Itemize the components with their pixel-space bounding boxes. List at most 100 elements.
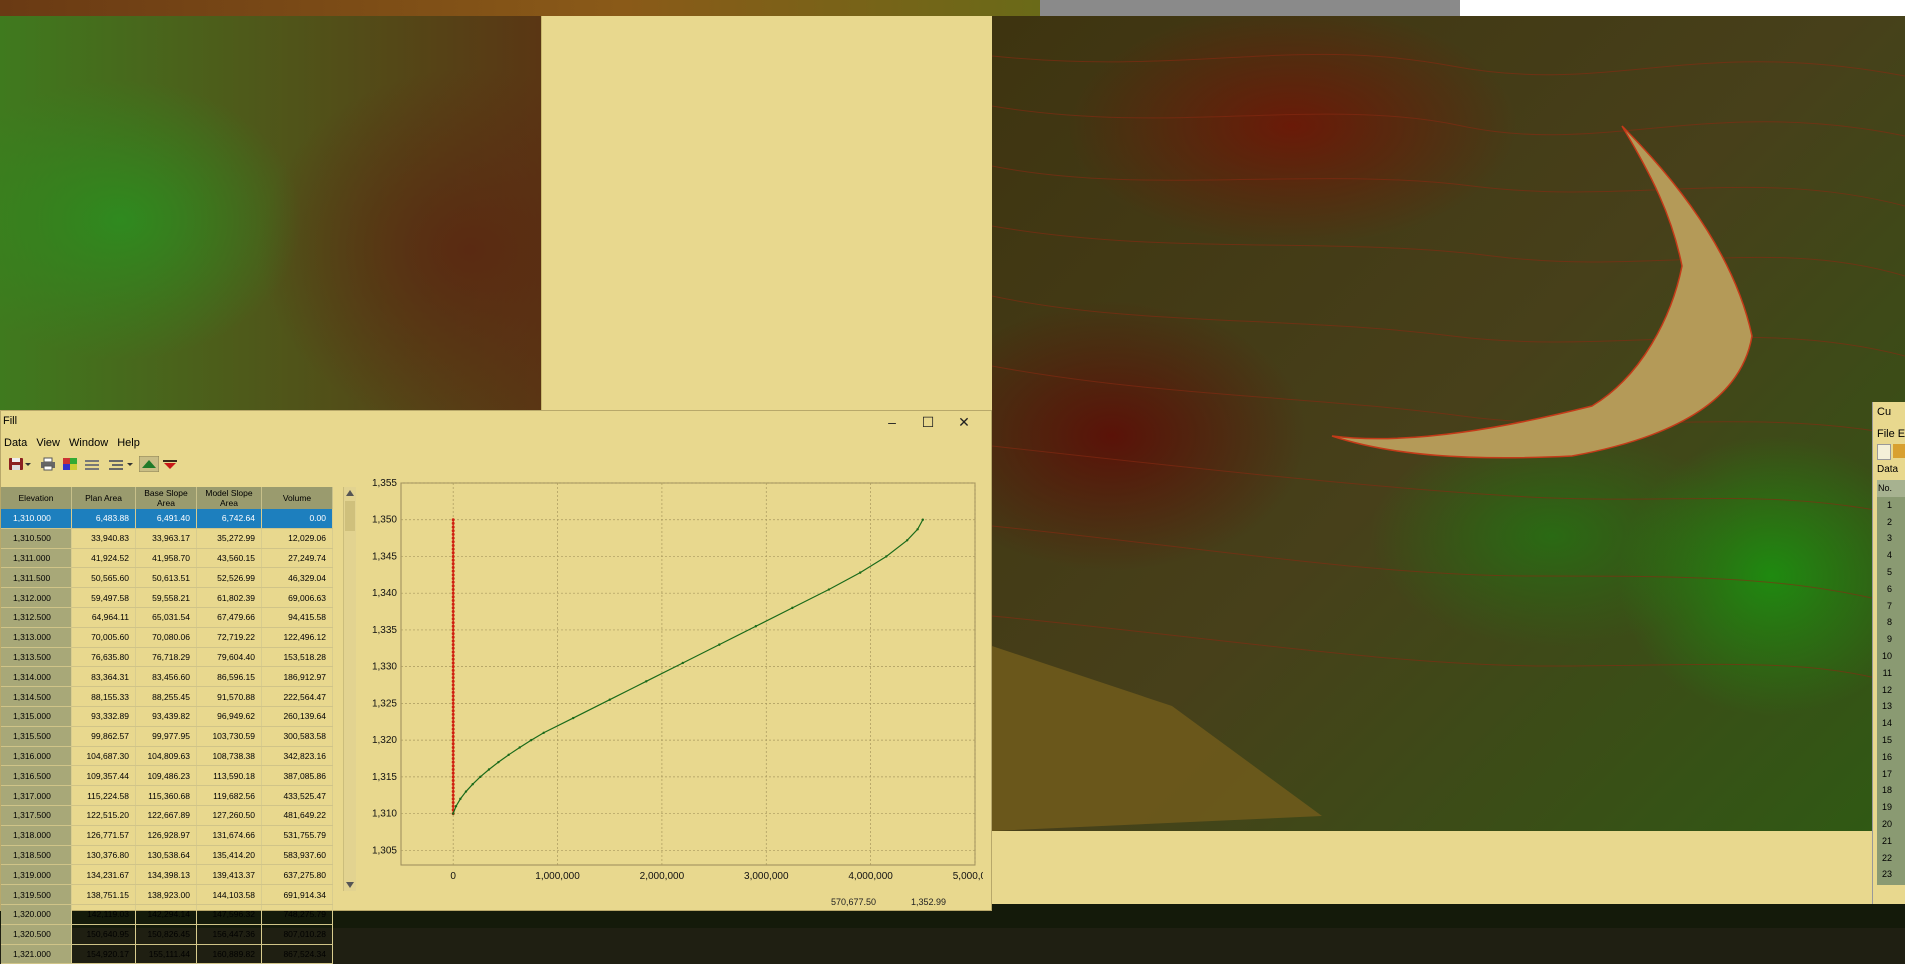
save-dropdown-icon[interactable]: [24, 457, 32, 471]
table-scrollbar[interactable]: [343, 487, 356, 891]
table-row[interactable]: 1,318.000 126,771.57 126,928.97 131,674.66 5…: [1, 825, 333, 846]
secondary-row-number: 21: [1881, 835, 1892, 846]
secondary-row-number: 7: [1886, 600, 1892, 611]
series-point: [471, 782, 474, 786]
fill-window[interactable]: Fill – ☐ ✕ Data View Window Help Elevati…: [0, 410, 998, 964]
window-title: Fill: [3, 415, 18, 427]
maximize-button[interactable]: ☐: [910, 411, 946, 433]
status-x-value: 570,677.50: [831, 897, 877, 907]
table-row[interactable]: 1,321.000 154,920.17 155,111.44 160,889.82 8…: [1, 944, 333, 964]
table-cell: 126,928.97: [135, 825, 197, 846]
table-cell: 83,456.60: [135, 666, 197, 688]
open-folder-icon[interactable]: [1893, 444, 1905, 458]
list-dropdown-icon[interactable]: [126, 457, 134, 471]
table-row[interactable]: 1,311.000 41,924.52 41,958.70 43,560.15 27,2…: [1, 548, 333, 569]
series-point: [451, 525, 455, 529]
table-row[interactable]: 1,315.000 93,332.89 93,439.82 96,949.62 260,…: [1, 706, 333, 727]
table-row[interactable]: 1,319.000 134,231.67 134,398.13 139,413.37 6…: [1, 864, 333, 886]
column-header[interactable]: Plan Area: [71, 487, 136, 509]
table-row[interactable]: 1,313.000 70,005.60 70,080.06 72,719.22 122,…: [1, 627, 333, 648]
series-point: [451, 621, 455, 625]
y-tick-label: 1,350: [372, 515, 397, 526]
table-cell: 1,311.000: [1, 548, 72, 569]
list-lines-icon[interactable]: [108, 457, 124, 471]
table-row[interactable]: 1,312.500 64,964.11 65,031.54 67,479.66 94,4…: [1, 607, 333, 628]
table-row[interactable]: 1,316.500 109,357.44 109,486.23 113,590.18 3…: [1, 765, 333, 787]
save-icon[interactable]: [8, 457, 24, 471]
menu-help[interactable]: Help: [114, 435, 143, 451]
series-point: [451, 790, 455, 794]
terrain-view-right[interactable]: [991, 16, 1905, 831]
secondary-row-number: 10: [1881, 650, 1892, 661]
column-header[interactable]: Model Slope Area: [196, 487, 262, 509]
series-point: [791, 606, 794, 610]
table-cell: 135,414.20: [196, 845, 262, 866]
menu-data[interactable]: Data: [1, 435, 30, 451]
table-row[interactable]: 1,320.500 150,640.95 150,826.45 156,447.36 8…: [1, 924, 333, 945]
table-cell: 1,314.000: [1, 666, 72, 688]
series-point: [454, 805, 458, 808]
series-point: [451, 562, 455, 566]
series-point: [451, 643, 455, 647]
series-point: [451, 657, 455, 661]
minimize-button[interactable]: –: [874, 411, 910, 433]
table-row[interactable]: 1,318.500 130,376.80 130,538.64 135,414.20 5…: [1, 845, 333, 866]
x-tick-label: 1,000,000: [535, 871, 580, 882]
series-point: [451, 723, 455, 727]
series-point: [451, 635, 455, 639]
fill-down-icon[interactable]: [162, 457, 178, 471]
column-header[interactable]: Volume: [261, 487, 333, 509]
close-button[interactable]: ✕: [946, 411, 982, 433]
secondary-window-menu[interactable]: File Ed: [1877, 428, 1905, 440]
column-header[interactable]: Elevation: [1, 487, 72, 509]
print-icon[interactable]: [40, 457, 56, 471]
table-cell: 300,583.58: [261, 726, 333, 747]
table-cell: 93,439.82: [135, 706, 197, 727]
top-terrain-strip: [0, 0, 1040, 16]
menu-window[interactable]: Window: [66, 435, 111, 451]
table-row[interactable]: 1,317.000 115,224.58 115,360.68 119,682.56 4…: [1, 785, 333, 806]
series-point: [497, 760, 500, 764]
table-cell: 1,317.500: [1, 805, 72, 826]
table-cell: 637,275.80: [261, 864, 333, 886]
secondary-row-number: 15: [1881, 734, 1892, 745]
color-grid-icon[interactable]: [62, 457, 78, 471]
secondary-window[interactable]: Cu File Ed Data No. 12345678910111213141…: [1872, 402, 1905, 904]
table-row[interactable]: 1,315.500 99,862.57 99,977.95 103,730.59 300…: [1, 726, 333, 747]
column-header[interactable]: Base Slope Area: [135, 487, 197, 509]
secondary-row-number: 5: [1886, 566, 1892, 577]
series-point: [459, 797, 462, 801]
table-cell: 52,526.99: [196, 567, 262, 589]
fill-up-icon[interactable]: [139, 456, 159, 472]
volume-elevation-chart[interactable]: 0 1,000,000 2,000,000 3,000,000 4,000,000 5,0…: [363, 473, 998, 893]
table-row[interactable]: 1,310.500 33,940.83 33,963.17 35,272.99 12,0…: [1, 528, 333, 549]
series-point: [827, 588, 831, 591]
menu-view[interactable]: View: [33, 435, 63, 451]
secondary-data-label: Data: [1877, 464, 1899, 475]
table-row[interactable]: 1,314.000 83,364.31 83,456.60 86,596.15 186,…: [1, 666, 333, 688]
table-cell: 583,937.60: [261, 845, 333, 866]
table-cell: 41,958.70: [135, 548, 197, 569]
table-cell: 88,255.45: [135, 686, 197, 707]
table-row[interactable]: 1,311.500 50,565.60 50,613.51 52,526.99 46,3…: [1, 567, 333, 589]
table-cell: 76,718.29: [135, 647, 197, 668]
y-tick-label: 1,340: [372, 588, 397, 599]
series-point: [451, 720, 455, 724]
table-cell: 94,415.58: [261, 607, 333, 628]
table-row[interactable]: 1,313.500 76,635.80 76,718.29 79,604.40 153,…: [1, 647, 333, 668]
series-point: [451, 701, 455, 705]
new-file-icon[interactable]: [1877, 444, 1891, 460]
list-icon[interactable]: [84, 457, 100, 471]
table-row[interactable]: 1,317.500 122,515.20 122,667.89 127,260.50 4…: [1, 805, 333, 826]
series-point: [451, 610, 455, 614]
table-row[interactable]: 1,316.000 104,687.30 104,809.63 108,738.38 3…: [1, 746, 333, 767]
table-row[interactable]: 1,312.000 59,497.58 59,558.21 61,802.39 69,0…: [1, 587, 333, 608]
table-row[interactable]: 1,310.000 6,483.88 6,491.40 6,742.64 0.00: [1, 509, 333, 529]
series-point: [451, 804, 455, 808]
secondary-row-number: 12: [1881, 684, 1892, 695]
terrain-view-left[interactable]: [0, 0, 541, 412]
table-cell: 1,315.000: [1, 706, 72, 727]
table-row[interactable]: 1,314.500 88,155.33 88,255.45 91,570.88 222,…: [1, 686, 333, 707]
table-cell: 64,964.11: [71, 607, 136, 628]
table-cell: 387,085.86: [261, 765, 333, 787]
